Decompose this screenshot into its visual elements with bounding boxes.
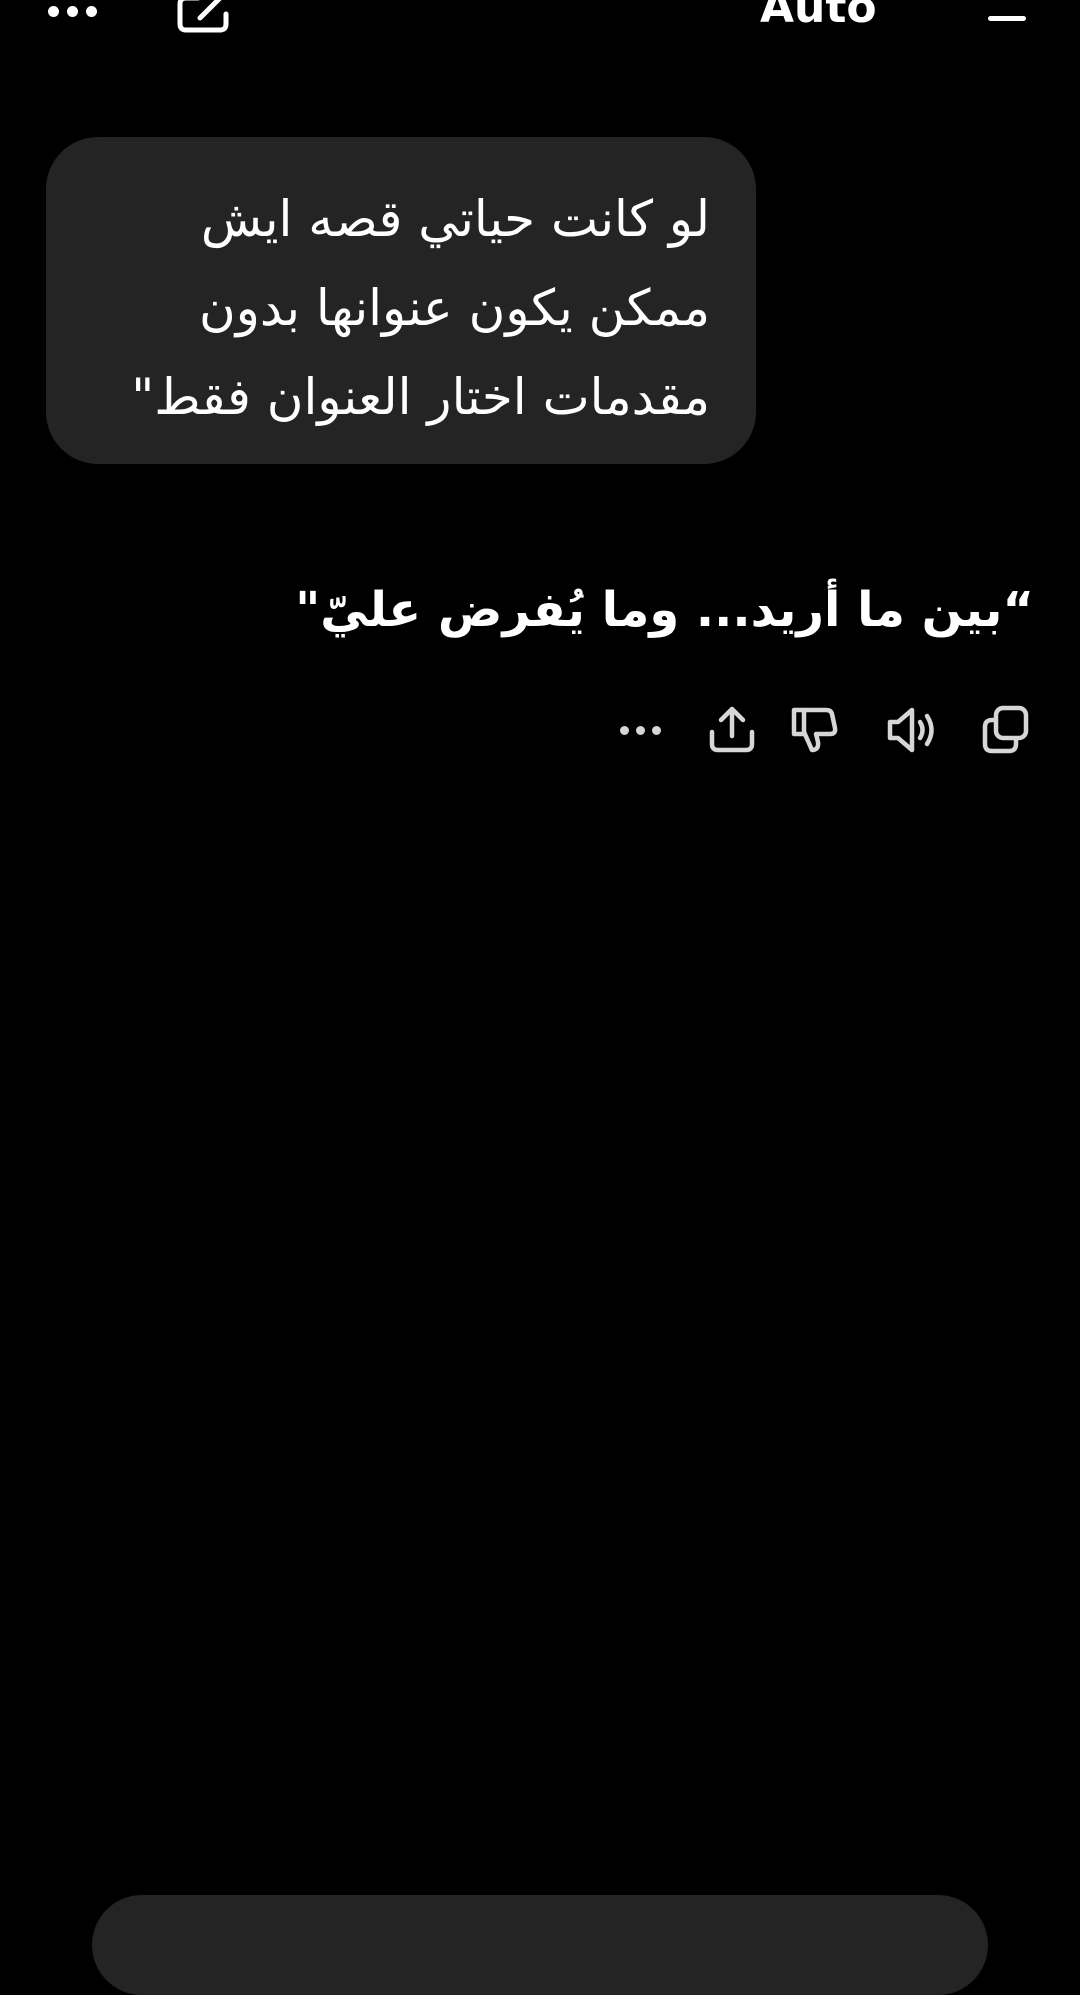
read-aloud-icon: [887, 707, 934, 753]
message-actions: [0, 700, 1080, 764]
copy-icon: [982, 705, 1029, 754]
menu-icon[interactable]: [988, 10, 1026, 24]
assistant-message: “بين ما أريد... وما يُفرض عليّ": [295, 582, 1034, 638]
more-dot: [67, 5, 78, 17]
more-dot: [651, 725, 661, 735]
more-dot: [635, 725, 645, 735]
user-message-line: مقدمات اختار العنوان فقط": [131, 368, 710, 426]
read-aloud-button[interactable]: [882, 700, 942, 760]
new-chat-edit-icon[interactable]: [176, 0, 236, 36]
more-actions-button[interactable]: [610, 700, 670, 760]
more-dot: [48, 5, 59, 17]
share-button[interactable]: [702, 700, 762, 760]
more-dot: [86, 5, 97, 17]
thumbs-down-icon: [791, 707, 838, 753]
user-message-line: لو كانت حياتي قصه ايش: [200, 190, 710, 248]
message-composer[interactable]: [92, 1895, 988, 1995]
thumbs-down-button[interactable]: [784, 700, 844, 760]
top-bar: Auto: [0, 0, 1080, 40]
model-selector[interactable]: Auto: [760, 0, 877, 30]
menu-bar: [988, 16, 1026, 21]
user-message-line: ممكن يكون عنوانها بدون: [199, 279, 710, 337]
more-icon: [619, 725, 661, 735]
more-dot: [619, 725, 629, 735]
user-message-bubble: لو كانت حياتي قصه ايش ممكن يكون عنوانها …: [46, 137, 756, 464]
copy-button[interactable]: [976, 700, 1036, 760]
share-icon: [709, 706, 755, 753]
more-options-button[interactable]: [48, 0, 112, 22]
